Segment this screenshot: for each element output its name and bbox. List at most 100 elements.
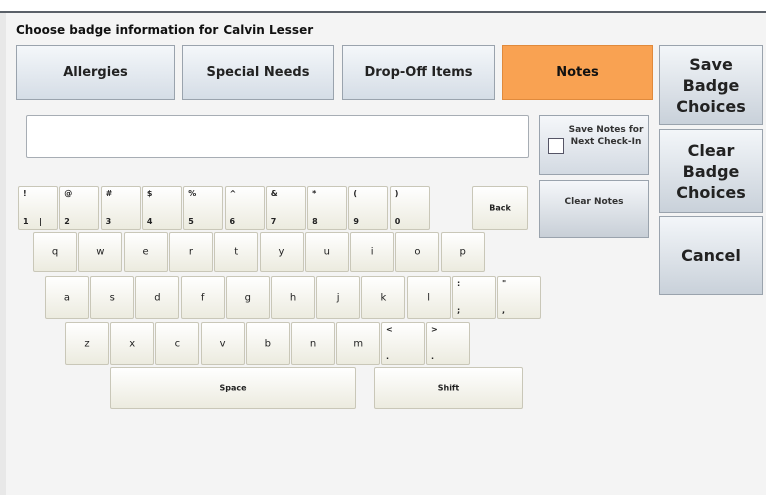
key-8[interactable]: (9 [348,186,389,230]
key-b[interactable]: b [245,322,290,365]
key-label: z [84,338,90,349]
key-shift-symbol: ^ [229,189,237,198]
save-notes-label: Save Notes for Next Check-In [568,125,644,147]
key-1[interactable]: @2 [59,186,100,230]
tab-notes[interactable]: Notes [502,45,653,100]
key-shift-symbol: * [312,189,317,198]
tab-allergies[interactable]: Allergies [16,45,175,100]
key-label: f [200,292,205,303]
key-c[interactable]: c [155,322,200,365]
key-shift-symbol: ! [23,189,27,198]
key-symbol: , [502,306,506,315]
key-i[interactable]: i [350,232,395,272]
key-label: j [336,292,340,303]
key-label: w [96,246,105,258]
key-label: x [129,338,136,349]
key-punct-1[interactable]: ", [497,276,541,319]
key-label: v [219,338,226,349]
key-t[interactable]: t [214,232,259,272]
key-label: n [309,338,317,349]
back-key-label: Back [489,203,511,213]
key-r[interactable]: r [168,232,213,272]
key-q[interactable]: q [33,232,77,272]
title-prefix: Choose badge information for [16,23,219,37]
key-s[interactable]: s [90,276,135,319]
key-punct-0[interactable]: :; [452,276,496,319]
shift-key-label: Shift [437,383,460,393]
key-a[interactable]: a [45,276,89,319]
save-badge-choices-button[interactable]: Save Badge Choices [659,45,763,125]
cancel-button[interactable]: Cancel [659,216,763,295]
key-digit: 4 [146,217,153,226]
clear-badge-choices-label: Clear Badge Choices [676,140,746,202]
key-m[interactable]: m [336,322,381,365]
shift-key[interactable]: Shift [374,367,523,409]
tab-drop-off-items[interactable]: Drop-Off Items [342,45,495,100]
key-label: u [323,246,330,258]
key-5[interactable]: ^ 6 [224,186,265,230]
key-f[interactable]: f [180,276,225,319]
key-4[interactable]: % 5 [183,186,224,230]
save-notes-next-checkin-toggle[interactable]: Save Notes for Next Check-In [539,115,649,175]
key-z[interactable]: z [65,322,109,365]
key-symbol: . [386,352,390,361]
key-shift-symbol: # [105,189,113,198]
key-label: c [174,338,181,349]
key-e[interactable]: e [123,232,168,272]
person-name: Calvin Lesser [223,23,314,37]
space-key[interactable]: Space [110,367,356,409]
key-0[interactable]: ! 1 | [18,186,58,230]
clear-badge-choices-button[interactable]: Clear Badge Choices [659,129,763,213]
key-u[interactable]: u [304,232,349,272]
key-g[interactable]: g [225,276,270,319]
notes-input[interactable] [26,115,529,158]
key-o[interactable]: o [395,232,440,272]
key-angle-1[interactable]: >. [426,322,470,365]
key-shift-symbol: : [457,279,461,288]
key-shift-symbol: & [270,189,278,198]
save-badge-choices-label: Save Badge Choices [676,54,746,116]
key-label: g [244,292,251,303]
key-label: b [264,338,271,349]
key-n[interactable]: n [291,322,335,365]
key-x[interactable]: x [110,322,155,365]
tab-label: Special Needs [206,65,310,80]
back-key[interactable]: Back [472,186,528,230]
clear-notes-button[interactable]: Clear Notes [539,180,649,238]
tab-special-needs[interactable]: Special Needs [182,45,334,100]
key-y[interactable]: y [259,232,304,272]
key-3[interactable]: $4 [141,186,182,230]
key-p[interactable]: p [440,232,485,272]
key-digit: 9 [353,217,359,226]
key-k[interactable]: k [361,276,406,319]
clear-notes-label: Clear Notes [564,197,624,207]
key-digit: 3 [105,217,112,226]
key-symbol: ; [457,306,461,315]
key-angle-0[interactable]: <. [381,322,425,365]
key-label: s [109,292,115,303]
key-shift-symbol: " [502,279,507,288]
key-label: k [380,292,387,303]
key-label: p [459,246,466,258]
key-shift-symbol: < [386,325,393,334]
key-w[interactable]: w [78,232,123,272]
key-7[interactable]: * 8 [307,186,348,230]
key-v[interactable]: v [200,322,245,365]
key-j[interactable]: j [316,276,361,319]
key-digit: 5 [188,217,194,226]
cancel-label: Cancel [681,246,741,265]
key-l[interactable]: l [406,276,451,319]
key-d[interactable]: d [135,276,180,319]
key-label: i [370,246,374,258]
key-digit: 8 [312,217,318,226]
key-h[interactable]: h [271,276,315,319]
key-label: d [154,292,161,303]
key-digit: 2 [64,217,70,226]
key-9[interactable]: ) 0 [389,186,430,230]
key-6[interactable]: & 7 [265,186,306,230]
save-notes-checkbox[interactable] [548,138,564,154]
key-2[interactable]: #3 [100,186,141,230]
key-label: m [353,338,364,349]
space-key-label: Space [219,383,247,393]
key-label: l [427,292,430,303]
